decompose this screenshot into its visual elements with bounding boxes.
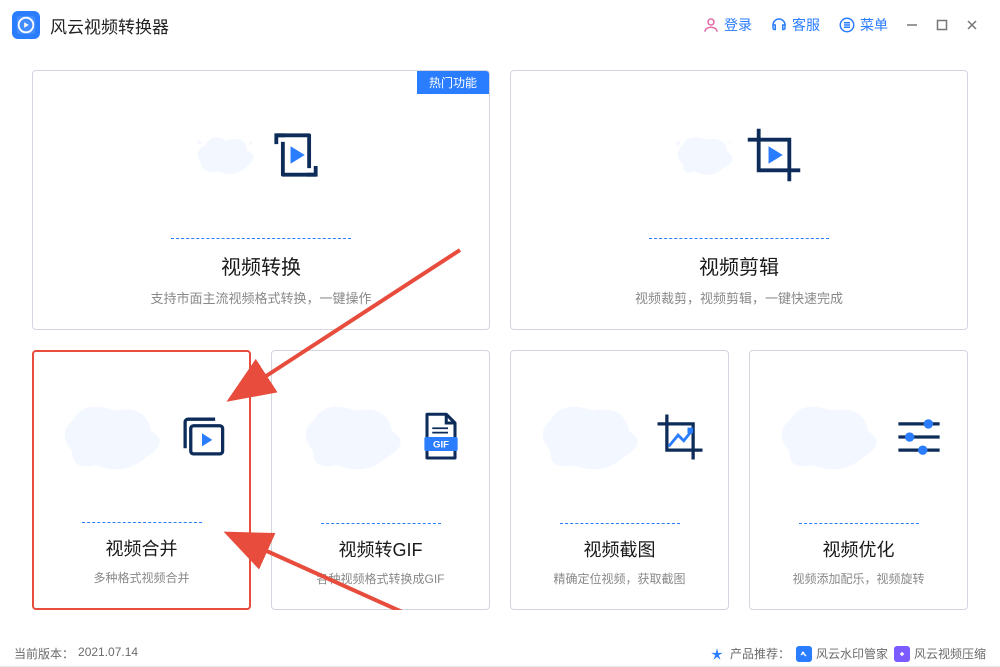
recommend-text: 风云视频压缩 [914, 645, 986, 662]
login-button[interactable]: 登录 [694, 15, 760, 35]
menu-icon [838, 16, 856, 34]
merge-icon [172, 407, 232, 467]
card-subtitle: 多种格式视频合并 [87, 569, 195, 586]
version-value: 2021.07.14 [78, 645, 138, 662]
version-label: 当前版本： [14, 645, 74, 662]
splash-decorative-icon [530, 392, 650, 482]
divider [649, 238, 829, 239]
card-subtitle: 视频裁剪，视频剪辑，一键快速完成 [629, 288, 849, 307]
card-subtitle: 支持市面主流视频格式转换，一键操作 [144, 288, 377, 307]
splash-decorative-icon [191, 120, 261, 190]
menu-label: 菜单 [860, 15, 888, 35]
divider [799, 523, 919, 524]
menu-button[interactable]: 菜单 [830, 15, 896, 35]
divider [321, 523, 441, 524]
sliders-icon [889, 407, 949, 467]
titlebar: 风云视频转换器 登录 客服 菜单 [0, 0, 1000, 50]
card-video-optimize[interactable]: 视频优化 视频添加配乐，视频旋转 [749, 350, 968, 610]
card-video-convert[interactable]: 热门功能 视频转换 支持市面主流视频格式转换，一键操作 [32, 70, 490, 330]
minimize-button[interactable] [898, 11, 926, 39]
card-video-to-gif[interactable]: GIF 视频转GIF 各种视频格式转换成GIF [271, 350, 490, 610]
card-video-merge[interactable]: 视频合并 多种格式视频合并 [32, 350, 251, 610]
card-subtitle: 精确定位视频，获取截图 [547, 570, 691, 587]
card-subtitle: 视频添加配乐，视频旋转 [786, 570, 930, 587]
splash-decorative-icon [52, 392, 172, 482]
support-button[interactable]: 客服 [762, 15, 828, 35]
app-logo-icon [12, 11, 40, 39]
recommend-text: 风云水印管家 [816, 645, 888, 662]
recommend-link-compress[interactable]: 风云视频压缩 [894, 645, 986, 662]
divider [560, 523, 680, 524]
app-icon [799, 649, 809, 659]
status-bar: 当前版本： 2021.07.14 产品推荐： 风云水印管家 风云视频压缩 [0, 640, 1000, 667]
recommend-link-watermark[interactable]: 风云水印管家 [796, 645, 888, 662]
card-title: 视频优化 [823, 536, 895, 562]
card-title: 视频转GIF [339, 536, 423, 562]
splash-decorative-icon [293, 392, 413, 482]
gif-file-icon: GIF [413, 409, 469, 465]
card-subtitle: 各种视频格式转换成GIF [311, 570, 451, 587]
card-title: 视频截图 [584, 536, 656, 562]
convert-icon [261, 120, 331, 190]
card-video-edit[interactable]: 视频剪辑 视频裁剪，视频剪辑，一键快速完成 [510, 70, 968, 330]
card-title: 视频合并 [106, 535, 178, 561]
recommend-icon [710, 647, 724, 661]
card-title: 视频转换 [221, 251, 301, 280]
divider [82, 522, 202, 523]
support-label: 客服 [792, 15, 820, 35]
app-icon [897, 649, 907, 659]
svg-text:GIF: GIF [432, 440, 448, 451]
login-label: 登录 [724, 15, 752, 35]
maximize-button[interactable] [928, 11, 956, 39]
close-button[interactable] [958, 11, 986, 39]
main-content: 热门功能 视频转换 支持市面主流视频格式转换，一键操作 [0, 50, 1000, 640]
user-icon [702, 16, 720, 34]
headset-icon [770, 16, 788, 34]
app-title: 风云视频转换器 [50, 13, 169, 38]
splash-decorative-icon [769, 392, 889, 482]
recommend-label: 产品推荐： [730, 645, 790, 662]
card-title: 视频剪辑 [699, 251, 779, 280]
card-video-screenshot[interactable]: 视频截图 精确定位视频，获取截图 [510, 350, 729, 610]
screenshot-icon [650, 407, 710, 467]
divider [171, 238, 351, 239]
splash-decorative-icon [669, 120, 739, 190]
crop-icon [739, 120, 809, 190]
